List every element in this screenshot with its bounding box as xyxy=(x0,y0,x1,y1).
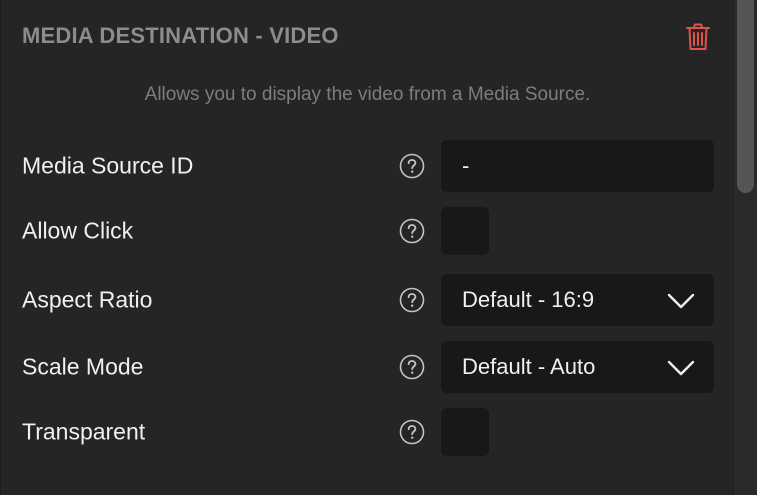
media-source-id-input[interactable]: - xyxy=(441,140,714,192)
transparent-checkbox[interactable] xyxy=(441,408,489,456)
help-circle-icon[interactable] xyxy=(399,419,425,445)
aspect-ratio-label: Aspect Ratio xyxy=(22,286,153,313)
help-circle-icon[interactable] xyxy=(399,153,425,179)
aspect-ratio-row: Aspect Ratio Default - 16:9 xyxy=(1,274,734,326)
aspect-ratio-selected: Default - 16:9 xyxy=(462,287,595,312)
chevron-down-icon xyxy=(667,360,695,376)
scrollbar-thumb[interactable] xyxy=(737,0,754,193)
allow-click-checkbox[interactable] xyxy=(441,207,489,255)
transparent-row: Transparent xyxy=(1,406,734,458)
aspect-ratio-select[interactable]: Default - 16:9 xyxy=(441,274,714,326)
help-circle-icon[interactable] xyxy=(399,287,425,313)
help-circle-icon[interactable] xyxy=(399,218,425,244)
allow-click-row: Allow Click xyxy=(1,205,734,257)
scale-mode-label: Scale Mode xyxy=(22,353,144,380)
media-source-id-label: Media Source ID xyxy=(22,152,194,179)
scale-mode-select[interactable]: Default - Auto xyxy=(441,341,714,393)
panel-title: MEDIA DESTINATION - VIDEO xyxy=(22,23,339,48)
panel-description: Allows you to display the video from a M… xyxy=(144,84,591,105)
properties-panel: MEDIA DESTINATION - VIDEO Allows you to … xyxy=(0,0,733,495)
scale-mode-row: Scale Mode Default - Auto xyxy=(1,341,734,393)
chevron-down-icon xyxy=(667,293,695,309)
transparent-label: Transparent xyxy=(22,418,146,445)
media-source-id-row: Media Source ID - xyxy=(1,140,734,192)
trash-icon[interactable] xyxy=(685,23,711,51)
media-source-id-value: - xyxy=(462,153,470,178)
allow-click-label: Allow Click xyxy=(22,217,134,244)
help-circle-icon[interactable] xyxy=(399,354,425,380)
scale-mode-selected: Default - Auto xyxy=(462,354,596,379)
